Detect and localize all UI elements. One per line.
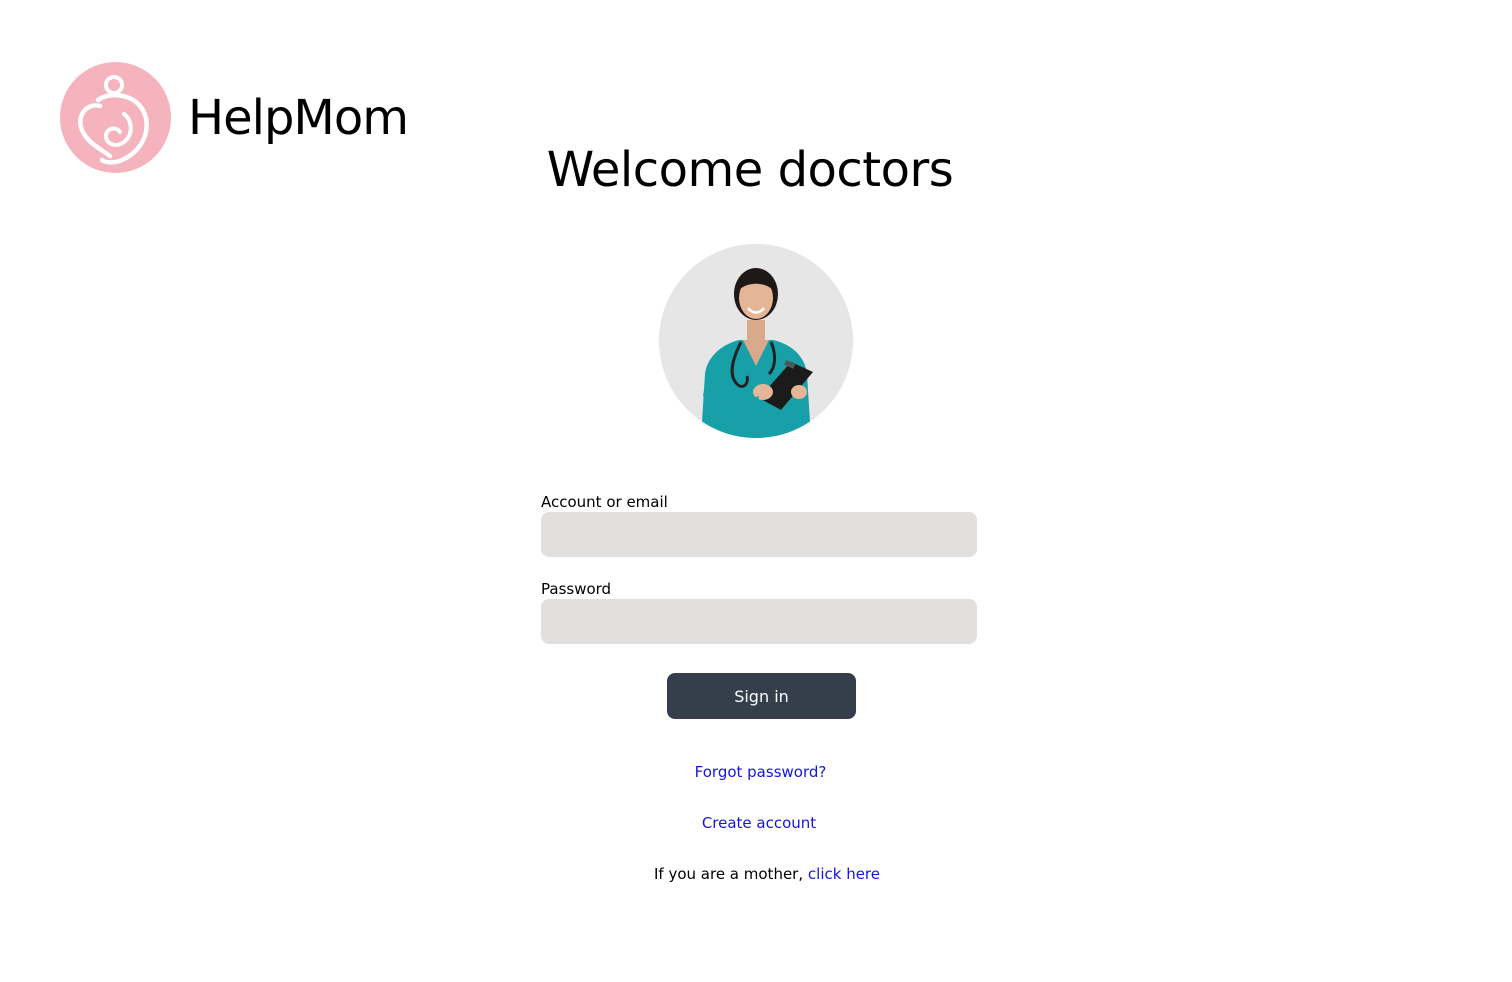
mother-redirect-row: If you are a mother, click here <box>0 865 1512 883</box>
password-input[interactable] <box>541 599 977 644</box>
forgot-password-row: Forgot password? <box>0 763 1512 781</box>
brand-name: HelpMom <box>188 89 409 146</box>
password-field-group: Password <box>541 580 977 644</box>
doctor-avatar <box>659 244 853 438</box>
password-label: Password <box>541 580 612 598</box>
mother-click-here-link[interactable]: click here <box>808 865 880 883</box>
create-account-row: Create account <box>0 814 1512 832</box>
doctor-photo-icon <box>659 244 853 438</box>
login-form: Account or email Password <box>541 493 977 667</box>
account-email-input[interactable] <box>541 512 977 557</box>
forgot-password-link[interactable]: Forgot password? <box>695 763 827 781</box>
account-field-group: Account or email <box>541 493 977 557</box>
mother-prompt-text: If you are a mother, <box>653 865 804 883</box>
create-account-link[interactable]: Create account <box>702 814 816 832</box>
account-label: Account or email <box>541 493 668 511</box>
page-title: Welcome doctors <box>546 142 954 198</box>
sign-in-button[interactable]: Sign in <box>667 673 856 719</box>
login-page: HelpMom Welcome doctors Account or email… <box>0 0 1512 982</box>
